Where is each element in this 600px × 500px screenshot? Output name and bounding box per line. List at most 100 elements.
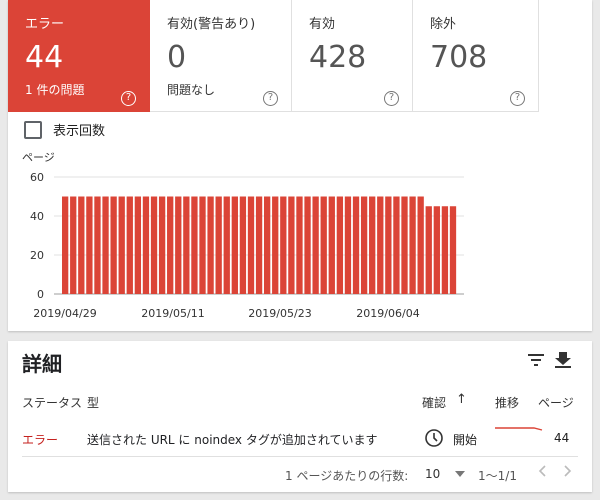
impressions-checkbox[interactable] [24, 120, 42, 139]
chart-bar[interactable] [150, 196, 158, 295]
chart-bar[interactable] [409, 196, 416, 295]
next-page-icon[interactable] [560, 463, 574, 479]
impressions-toggle[interactable]: 表示回数 [24, 120, 105, 139]
filter-icon[interactable] [525, 349, 547, 371]
pages-chart: ページ 60 40 20 0 2019/04/29 2019/05/11 2019/05/… [8, 145, 592, 331]
y-tick-label: 20 [30, 249, 44, 262]
tile-valid[interactable]: 有効 428 ? [292, 0, 413, 112]
chart-bar[interactable] [385, 196, 392, 295]
help-icon[interactable]: ? [121, 91, 136, 106]
row-validation: 開始 [453, 433, 478, 447]
tile-excluded[interactable]: 除外 708 ? [413, 0, 539, 112]
chart-bar[interactable] [239, 196, 247, 295]
previous-page-icon[interactable] [536, 463, 550, 479]
chart-bar[interactable] [199, 196, 206, 295]
clock-icon [425, 429, 443, 447]
tile-error-sub: 1 件の問題 [25, 83, 85, 97]
rows-per-page-value[interactable]: 10 [425, 467, 440, 481]
chart-bar[interactable] [320, 196, 327, 295]
chart-bar[interactable] [126, 196, 133, 295]
chart-bar[interactable] [377, 196, 384, 295]
column-header-type[interactable]: 型 [87, 394, 99, 411]
chart-bar[interactable] [231, 196, 238, 295]
help-icon[interactable]: ? [263, 91, 278, 106]
chart-bar[interactable] [247, 196, 255, 295]
chart-bar[interactable] [280, 196, 287, 295]
chart-bar[interactable] [110, 196, 117, 295]
chart-bar[interactable] [312, 196, 319, 295]
chart-bar[interactable] [352, 196, 360, 295]
column-header-pages[interactable]: ページ [538, 394, 574, 411]
row-status: エラー [22, 433, 59, 447]
y-tick-label: 40 [30, 210, 44, 223]
chart-bar[interactable] [70, 196, 77, 295]
column-header-trend[interactable]: 推移 [495, 394, 519, 411]
chart-bar[interactable] [158, 196, 166, 295]
chart-bar[interactable] [183, 196, 190, 295]
download-icon[interactable] [552, 349, 574, 371]
chart-bar[interactable] [207, 196, 214, 295]
tile-excluded-label: 除外 [430, 17, 457, 32]
help-icon[interactable]: ? [384, 91, 399, 106]
chart-bar[interactable] [272, 196, 279, 295]
chart-bar[interactable] [142, 196, 150, 295]
tile-error-label: エラー [25, 17, 65, 32]
tile-valid-count: 428 [309, 40, 367, 75]
chart-bar[interactable] [369, 196, 376, 295]
chart-bar[interactable] [191, 196, 198, 295]
details-title: 詳細 [22, 352, 62, 376]
chart-bar[interactable] [102, 196, 109, 295]
chart-bar[interactable] [344, 196, 352, 295]
chart-bar[interactable] [288, 196, 295, 295]
column-header-status[interactable]: ステータス [22, 394, 82, 411]
divider [22, 456, 578, 457]
chart-bar[interactable] [360, 196, 368, 295]
y-axis-label: ページ [22, 151, 55, 164]
chart-bar[interactable] [62, 196, 69, 295]
y-tick-label: 0 [37, 288, 44, 301]
chart-bar[interactable] [417, 196, 424, 295]
tile-error[interactable]: エラー 44 1 件の問題 ? [8, 0, 150, 112]
chart-bar[interactable] [255, 196, 263, 295]
chart-bar[interactable] [167, 196, 174, 295]
tile-error-count: 44 [25, 40, 64, 75]
tile-valid-warning-sub: 問題なし [167, 83, 216, 97]
tile-valid-label: 有効 [309, 17, 336, 32]
tile-valid-warning-count: 0 [167, 40, 187, 75]
pagination-range: 1〜1/1 [478, 469, 517, 483]
tile-valid-warning[interactable]: 有効(警告あり) 0 問題なし ? [150, 0, 292, 112]
chart-bar[interactable] [215, 196, 222, 295]
column-header-validation[interactable]: 確認 [422, 394, 446, 411]
chart-bar[interactable] [441, 206, 449, 294]
chart-bar[interactable] [175, 196, 182, 295]
pages-chart-svg: ページ 60 40 20 0 2019/04/29 2019/05/11 2019/05/… [22, 151, 464, 320]
row-type: 送信された URL に noindex タグが追加されています [87, 433, 378, 447]
chart-bar[interactable] [401, 196, 408, 295]
chart-bar[interactable] [223, 196, 230, 295]
coverage-summary-panel: エラー 44 1 件の問題 ? 有効(警告あり) 0 問題なし ? 有効 428… [8, 0, 592, 331]
chart-bar[interactable] [118, 196, 125, 295]
chart-bar[interactable] [304, 196, 311, 295]
chart-bar[interactable] [425, 206, 432, 294]
trend-sparkline [495, 427, 543, 431]
chart-bar[interactable] [449, 206, 457, 294]
status-tiles: エラー 44 1 件の問題 ? 有効(警告あり) 0 問題なし ? 有効 428… [8, 0, 539, 112]
chart-bar[interactable] [336, 196, 344, 295]
chart-bar[interactable] [433, 206, 440, 294]
details-panel: 詳細 ステータス 型 確認 ↑ 推移 ページ エラー 送信された URL に n… [8, 341, 592, 492]
impressions-label: 表示回数 [53, 124, 106, 139]
chart-bar[interactable] [393, 196, 400, 295]
y-tick-label: 60 [30, 171, 44, 184]
help-icon[interactable]: ? [510, 91, 525, 106]
chart-bar[interactable] [264, 196, 271, 295]
chart-bar[interactable] [296, 196, 303, 295]
x-tick-label: 2019/06/04 [356, 307, 419, 320]
chart-bar[interactable] [86, 196, 93, 295]
chart-bar[interactable] [328, 196, 335, 295]
sort-arrow-icon[interactable]: ↑ [456, 392, 467, 407]
chart-bar[interactable] [134, 196, 142, 295]
x-tick-label: 2019/05/23 [248, 307, 311, 320]
chart-bar[interactable] [94, 196, 101, 295]
dropdown-arrow-icon[interactable] [454, 469, 466, 479]
chart-bar[interactable] [78, 196, 85, 295]
